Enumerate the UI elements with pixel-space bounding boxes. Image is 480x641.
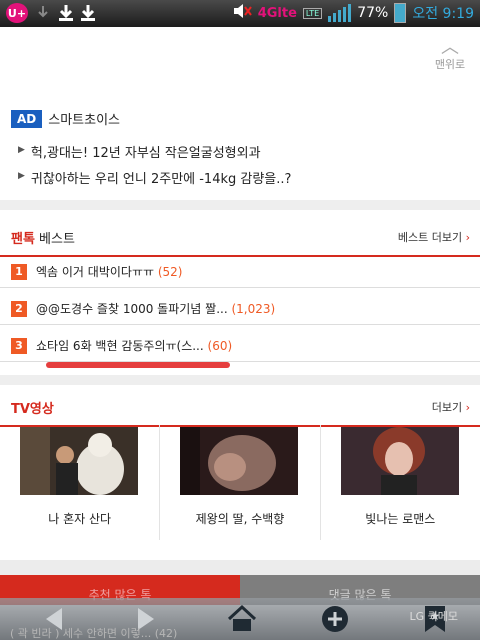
home-button[interactable]: [217, 598, 267, 640]
chevron-right-icon: ›: [465, 231, 470, 244]
rank-badge: 3: [11, 338, 27, 354]
chevron-right-icon: ›: [465, 401, 470, 414]
battery-percent: 77%: [357, 5, 389, 21]
ad-link[interactable]: ▶ 귀찮아하는 우리 언니 2주만에 -14kg 감량을..?: [18, 168, 291, 187]
post-title: @@도경수 즐찾 1000 돌파기념 짤...: [36, 302, 228, 316]
ad-brand: 스마트초이스: [48, 113, 121, 128]
home-icon: [227, 604, 257, 631]
comment-count: (60): [207, 339, 233, 353]
sync-icon: [36, 4, 50, 22]
ad-link-text: 헉,광대는! 12년 자부심 작은얼굴성형외과: [30, 146, 261, 161]
video-thumbnail: [20, 427, 138, 495]
signal-icon: [328, 4, 352, 22]
rank-badge: 2: [11, 301, 27, 317]
status-bar: U+ 4Glte LTE 77% 오전 9:19: [0, 0, 480, 27]
clock: 오전 9:19: [412, 6, 474, 22]
battery-icon: [394, 3, 407, 23]
tv-section-header: TV영상 더보기 ›: [0, 385, 480, 427]
video-title: 나 혼자 산다: [48, 512, 112, 526]
section-divider: [0, 375, 480, 385]
video-card[interactable]: 빛나는 로맨스: [321, 425, 480, 540]
ad-link-text: 귀찮아하는 우리 언니 2주만에 -14kg 감량을..?: [30, 172, 292, 187]
post-title: 쇼타임 6화 백현 감동주의ㅠ(스...: [36, 339, 204, 353]
fantalk-section-header: 팬톡 베스트 베스트 더보기 ›: [0, 215, 480, 257]
section-title: 팬톡 베스트: [11, 232, 75, 247]
video-title: 빛나는 로맨스: [365, 512, 436, 526]
ad-header: AD 스마트초이스: [11, 109, 120, 128]
ad-link[interactable]: ▶ 헉,광대는! 12년 자부심 작은얼굴성형외과: [18, 142, 261, 161]
scroll-to-top-button[interactable]: ︿ 맨위로: [430, 37, 470, 72]
carrier-icon: U+: [6, 3, 28, 23]
arrow-right-icon: ▶: [18, 171, 25, 181]
video-title: 제왕의 딸, 수백향: [195, 512, 285, 526]
scroll-to-top-label: 맨위로: [434, 58, 466, 71]
lte-badge: LTE: [302, 7, 323, 19]
video-thumbnail: [180, 427, 299, 495]
add-button[interactable]: [310, 598, 360, 640]
tv-more-link[interactable]: 더보기 ›: [432, 399, 470, 415]
list-item[interactable]: 3 쇼타임 6화 백현 감동주의ㅠ(스... (60): [0, 331, 480, 362]
lg-quickmemo-label: LG 퀵메모: [409, 610, 458, 623]
video-card[interactable]: 제왕의 딸, 수백향: [160, 425, 321, 540]
mute-icon: [232, 3, 252, 23]
download-icon: [80, 4, 95, 22]
section-title: TV영상: [11, 402, 54, 417]
comment-count: (52): [157, 265, 183, 279]
rank-badge: 1: [11, 264, 27, 280]
video-thumbnail: [340, 427, 459, 495]
download-icon: [58, 4, 73, 22]
chevron-up-icon: ︿: [441, 37, 459, 58]
list-item[interactable]: 2 @@도경수 즐찾 1000 돌파기념 짤... (1,023): [0, 294, 480, 325]
red-underline-mark: [46, 362, 230, 368]
plus-circle-icon: [322, 606, 348, 632]
peek-list-item[interactable]: ( 곽 빈라 ) 세수 안하면 이렇... (42): [10, 625, 177, 641]
network-label: 4Glte: [257, 5, 297, 21]
video-row: 나 혼자 산다 제왕의 딸, 수백향 빛나는 로맨스: [0, 425, 480, 540]
section-divider: [0, 200, 480, 210]
video-card[interactable]: 나 혼자 산다: [0, 425, 161, 540]
best-more-link[interactable]: 베스트 더보기 ›: [398, 229, 470, 245]
comment-count: (1,023): [231, 302, 276, 316]
arrow-right-icon: ▶: [18, 145, 25, 155]
ad-badge: AD: [11, 109, 43, 128]
post-title: 엑솜 이거 대박이다ㅠㅠ: [36, 265, 155, 279]
list-item[interactable]: 1 엑솜 이거 대박이다ㅠㅠ (52): [0, 257, 480, 288]
